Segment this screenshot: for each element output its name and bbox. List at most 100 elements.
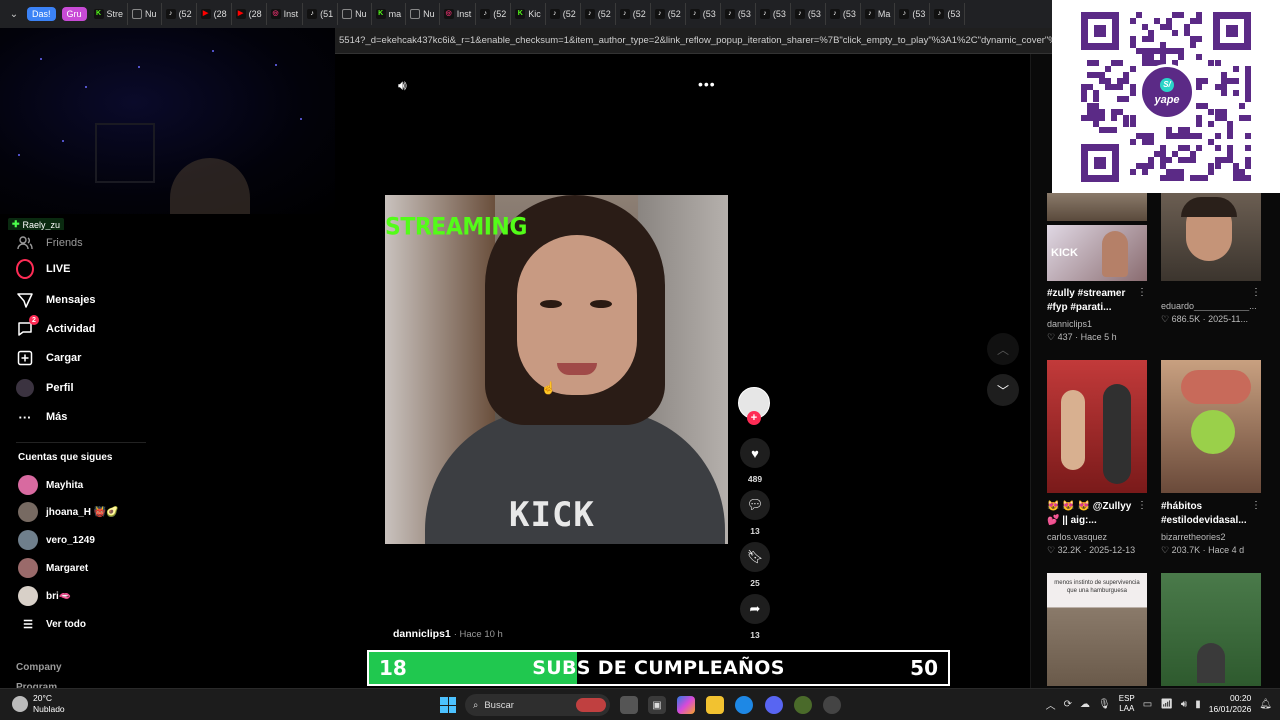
browser-tab[interactable]: Nu (338, 3, 372, 25)
browser-tab[interactable]: ▶ (28 (232, 3, 267, 25)
discord-icon[interactable] (765, 696, 783, 714)
browser-tab[interactable]: ♪ (53 (826, 3, 861, 25)
browser-tab[interactable]: Kma (372, 3, 407, 25)
taskbar-search[interactable]: ⌕ Buscar (465, 694, 610, 716)
following-name: vero_1249 (46, 534, 95, 546)
browser-tab[interactable]: ♪ (52 (651, 3, 686, 25)
browser-tab[interactable]: ◎ Inst (440, 3, 477, 25)
recommended-author[interactable]: danniclips1 (1047, 319, 1092, 329)
save-button[interactable]: 🔖︎ (740, 542, 770, 572)
windows-start-icon[interactable] (440, 697, 456, 713)
next-video-button[interactable]: ﹀ (987, 374, 1019, 406)
video-player[interactable]: STREAMING KICK (385, 195, 728, 544)
browser-tab[interactable]: K Stre (90, 3, 129, 25)
browser-tab[interactable]: Nu (128, 3, 162, 25)
wifi-icon[interactable]: 📶︎ (1160, 699, 1173, 710)
browser-tab[interactable]: Nu (406, 3, 440, 25)
sidebar-divider (16, 442, 146, 443)
recommended-thumb[interactable] (1161, 573, 1261, 686)
weather-widget[interactable]: 20°C Nublado (12, 693, 65, 715)
qr-module (1165, 132, 1172, 139)
following-item[interactable]: bri🫦 (18, 586, 71, 606)
sidebar-item-mensajes[interactable]: Mensajes (16, 291, 96, 309)
recommended-title[interactable]: 😻 😻 😻 @Zullyy 💕 || aig:... (1047, 500, 1142, 528)
copilot-icon[interactable] (677, 696, 695, 714)
battery-icon[interactable]: ▮ (1195, 699, 1201, 710)
browser-tab[interactable]: ♪ (52 (476, 3, 512, 25)
recommended-thumb[interactable]: KICK (1047, 225, 1147, 281)
browser-tab[interactable]: ◎ Inst (267, 3, 304, 25)
qr-module (1117, 78, 1124, 85)
browser-tab[interactable]: ♪ (52 (616, 3, 651, 25)
browser-tab[interactable]: ♪ (52 (581, 3, 616, 25)
recommended-thumb[interactable] (1047, 360, 1147, 493)
microphone-icon[interactable]: 🎙︎ (1098, 699, 1111, 710)
recommended-title[interactable]: #hábitos #estilodevidasal... (1161, 500, 1256, 528)
sidebar-item-mas[interactable]: ··· Más (16, 408, 68, 426)
more-options-icon[interactable]: ••• (698, 76, 716, 92)
follow-plus-icon[interactable]: + (747, 411, 761, 425)
browser-tab[interactable]: ♪ (51 (303, 3, 339, 25)
sync-icon[interactable]: ⟳ (1064, 699, 1072, 710)
obs-icon[interactable] (823, 696, 841, 714)
chevron-up-icon[interactable]: ︿ (1046, 697, 1056, 712)
sidebar-item-actividad[interactable]: 2 Actividad (16, 315, 96, 338)
following-item[interactable]: Mayhita (18, 475, 83, 495)
browser-tab[interactable]: ♪ (52 (162, 3, 197, 25)
store-icon[interactable]: ▣ (648, 696, 666, 714)
browser-tab[interactable]: ♪ Ma (861, 3, 896, 25)
video-author[interactable]: danniclips1 (393, 628, 451, 640)
qr-module (1214, 145, 1221, 152)
volume-icon[interactable]: 🔊︎ (1181, 699, 1187, 710)
recommended-author[interactable]: carlos.vasquez (1047, 532, 1107, 542)
cloud-icon[interactable]: ☁ (1080, 699, 1090, 710)
browser-tab[interactable]: ▶ (28 (197, 3, 232, 25)
language-indicator[interactable]: ESP LAA (1119, 694, 1135, 714)
recommended-thumb[interactable] (1161, 193, 1261, 281)
footer-company[interactable]: Company (16, 662, 62, 673)
monitor-icon[interactable]: ▭ (1143, 699, 1152, 710)
address-bar[interactable]: 5514?_d=ekehcak437kc6i&_r=1&enable_check… (335, 28, 1052, 54)
clock[interactable]: 00:20 16/01/2026 (1209, 693, 1252, 715)
edge-icon[interactable] (735, 696, 753, 714)
browser-tab[interactable]: ♪ (53 (930, 3, 966, 25)
browser-tab[interactable]: K Kic (511, 3, 546, 25)
sidebar-item-perfil[interactable]: Perfil (16, 379, 74, 397)
more-options-icon[interactable]: ⋮ (1251, 287, 1261, 298)
more-options-icon[interactable]: ⋮ (1251, 500, 1261, 511)
file-explorer-icon[interactable] (706, 696, 724, 714)
browser-tab[interactable]: ♪ (53 (686, 3, 721, 25)
browser-tab[interactable]: ♪ (53 (756, 3, 791, 25)
tab-search-chevron-icon[interactable]: ⌄ (4, 4, 24, 24)
share-button[interactable]: ➦ (740, 594, 770, 624)
volume-icon[interactable]: 🔊︎ (398, 77, 407, 94)
recommended-thumb-partial[interactable] (1047, 193, 1147, 221)
browser-tab[interactable]: ♪ (53 (895, 3, 931, 25)
see-all-link[interactable]: ☰ Ver todo (18, 618, 86, 631)
following-item[interactable]: jhoana_H 👹🥑 (18, 502, 119, 522)
task-view-icon[interactable] (620, 696, 638, 714)
more-options-icon[interactable]: ⋮ (1137, 287, 1147, 298)
more-options-icon[interactable]: ⋮ (1137, 500, 1147, 511)
comment-button[interactable]: 💬︎ (740, 490, 770, 520)
following-item[interactable]: Margaret (18, 558, 88, 578)
recommended-author[interactable]: bizarretheories2 (1161, 532, 1226, 542)
tab-group-gru[interactable]: Gru (61, 7, 87, 21)
sidebar-item-cargar[interactable]: Cargar (16, 349, 81, 367)
like-button[interactable]: ♥ (740, 438, 770, 468)
browser-tab[interactable]: ♪ (53 (721, 3, 756, 25)
previous-video-button[interactable]: ︿ (987, 333, 1019, 365)
browser-tab[interactable]: ♪ (52 (546, 3, 581, 25)
recommended-author[interactable]: eduardo___________... (1161, 301, 1256, 311)
sidebar-item-friends[interactable]: Friends (16, 234, 83, 252)
recommended-thumb[interactable]: menos instinto de supervivencia que una … (1047, 573, 1147, 686)
tab-group-das[interactable]: Das! (27, 7, 56, 21)
sidebar-item-live[interactable]: LIVE (16, 259, 70, 279)
following-item[interactable]: vero_1249 (18, 530, 95, 550)
notifications-icon[interactable]: 🔔︎ (1259, 699, 1272, 710)
recommended-title[interactable]: #zully #streamer #fyp #parati... (1047, 287, 1142, 315)
address-bar-url[interactable]: 5514?_d=ekehcak437kc6i&_r=1&enable_check… (339, 35, 1052, 46)
app-icon[interactable] (794, 696, 812, 714)
recommended-thumb[interactable] (1161, 360, 1261, 493)
browser-tab[interactable]: ♪ (53 (791, 3, 826, 25)
